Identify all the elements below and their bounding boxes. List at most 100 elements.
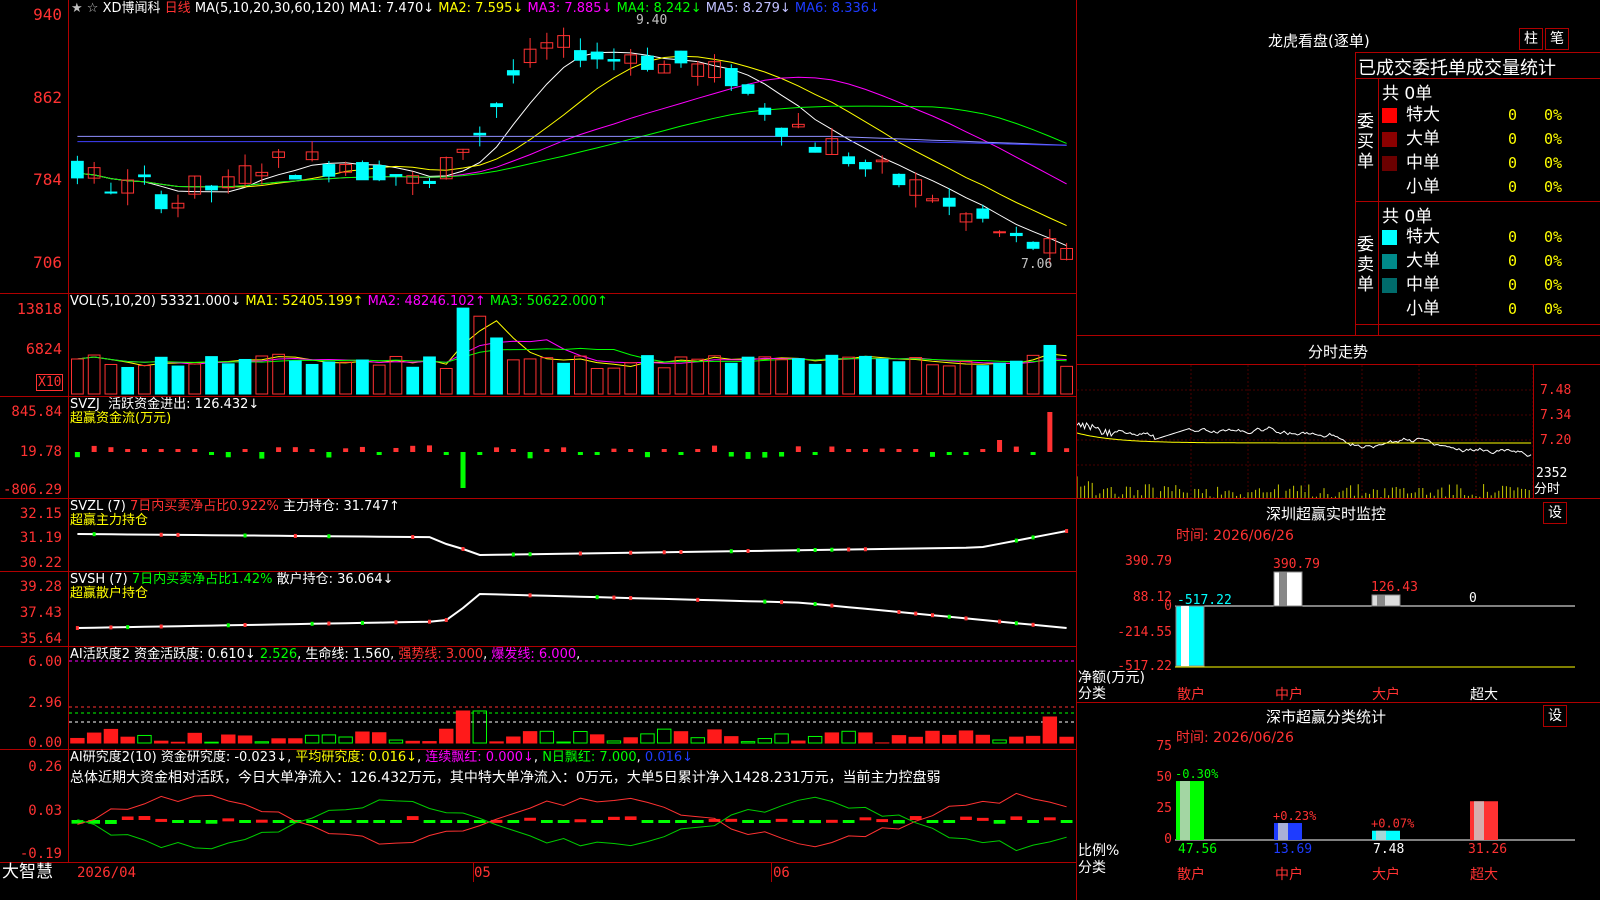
monitor-settings-button[interactable]: 设 — [1543, 502, 1567, 524]
monitor-cat-large: 大户 — [1372, 687, 1400, 703]
flow-bar-in — [141, 449, 147, 452]
monitor-bar-shade — [1377, 595, 1385, 606]
flow-bar-in — [1047, 412, 1053, 452]
activity-bar-low — [321, 734, 337, 744]
svzl-tick — [1065, 529, 1069, 533]
flow-bar-in — [292, 447, 298, 452]
svsh-chart[interactable] — [69, 572, 1075, 646]
ma1-line — [77, 51, 1067, 247]
research-bar-neg — [893, 820, 905, 824]
high-price-label: 9.40 — [636, 13, 668, 28]
svzl-chart[interactable] — [69, 499, 1075, 571]
flow-bar-out — [225, 452, 231, 458]
flow-bar-out — [259, 452, 265, 459]
ai-research-chart[interactable] — [69, 790, 1075, 862]
sell-side-label: 委卖单 — [1357, 235, 1374, 295]
star-hollow-icon[interactable]: ☆ — [87, 1, 99, 16]
svzl-tick-3: 30.22 — [19, 555, 62, 571]
monitor-bar-label: 390.79 — [1273, 557, 1320, 572]
svzj-tick-2: 19.78 — [19, 444, 62, 460]
candle-down — [205, 185, 218, 191]
vol-bar-down — [557, 362, 570, 395]
candlestick-chart[interactable] — [69, 18, 1075, 292]
sell-medium-val: 0 — [1508, 276, 1518, 294]
lhb-header: 已成交委托单成交量统计 — [1358, 58, 1556, 79]
star-icon[interactable]: ★ — [71, 1, 83, 16]
research-bar-neg — [557, 820, 570, 823]
price-tick-3: 784 — [33, 170, 62, 189]
candle-down — [741, 84, 755, 94]
svsh-tick — [1031, 622, 1035, 627]
research-bar-neg — [742, 820, 754, 823]
classify-cat-label: 分类 — [1078, 860, 1106, 876]
research-bar-pos — [960, 816, 972, 820]
activity-bar-high — [958, 730, 974, 744]
activity-bar-low — [254, 741, 270, 744]
intraday-chart[interactable] — [1077, 365, 1534, 499]
flow-bar-out — [762, 452, 768, 458]
ai-activity-chart[interactable] — [69, 647, 1075, 749]
ma6-value: MA6: 8.336↓ — [794, 1, 880, 16]
candle-down — [372, 165, 386, 181]
flow-bar-out — [963, 452, 969, 455]
flow-bar-in — [879, 448, 885, 452]
price-tick-2: 862 — [33, 88, 62, 107]
activity-bar-low — [992, 739, 1007, 744]
vol-bar-down — [1043, 344, 1057, 395]
candle-up — [993, 231, 1006, 234]
activity-bar-low — [740, 741, 756, 744]
vol-bar-up — [657, 367, 671, 395]
activity-bar-low — [757, 738, 773, 744]
vol-bar-down — [825, 354, 839, 395]
flow-bar-in — [91, 445, 97, 452]
activity-bar-high — [439, 728, 454, 744]
sell-row-large: 大单 0 0% — [1380, 249, 1598, 273]
activity-bar-high — [422, 741, 437, 744]
research-line-green — [77, 796, 1067, 852]
activity-bar-low — [657, 728, 672, 744]
flow-bar-in — [309, 449, 315, 452]
svsh-tick — [998, 619, 1002, 624]
svsh-tick — [528, 593, 532, 598]
monitor-bar-chart[interactable]: -517.22 390.79 126.43 0 — [1175, 540, 1575, 680]
activity-bar-high — [103, 728, 119, 744]
vol-bar-up — [372, 364, 386, 395]
bar-mode-button[interactable]: 柱 — [1519, 28, 1543, 50]
svzl-tick — [1014, 538, 1018, 543]
volume-chart[interactable] — [69, 300, 1075, 395]
research-bar-neg — [339, 820, 352, 823]
vol-bar-down — [154, 356, 168, 395]
monitor-bar — [1371, 594, 1401, 607]
intraday-title: 分时走势 — [1307, 343, 1368, 361]
period-label[interactable]: 日线 — [165, 1, 191, 16]
vol-bar-up — [624, 362, 638, 395]
flow-bar-out — [728, 452, 734, 457]
vol-bar-down — [808, 363, 822, 395]
vol-unit: X10 — [36, 374, 64, 391]
vol-bar-up — [272, 353, 285, 395]
sell-superlarge-swatch — [1382, 230, 1397, 245]
flow-bar-in — [192, 449, 198, 452]
research-bar-neg — [356, 820, 369, 823]
svsh-tick-1: 39.28 — [19, 579, 62, 595]
vol-bar-down — [423, 356, 436, 395]
tick-mode-button[interactable]: 笔 — [1545, 28, 1569, 50]
classify-val-retail: 47.56 — [1178, 842, 1218, 857]
activity-bar-high — [120, 736, 135, 744]
classify-settings-button[interactable]: 设 — [1543, 705, 1567, 727]
flow-bar-in — [108, 447, 114, 452]
buy-superlarge-val: 0 — [1508, 106, 1518, 124]
activity-bar-high — [975, 734, 990, 744]
svzj-chart[interactable] — [69, 397, 1075, 497]
sell-large-pct: 0% — [1544, 252, 1563, 270]
research-bar-neg — [457, 820, 469, 823]
classify-delta-label: +0.07% — [1371, 817, 1415, 831]
buy-total: 共 0单 — [1382, 84, 1433, 104]
candle-down — [842, 156, 856, 165]
candle-down — [976, 208, 990, 219]
candle-down — [490, 103, 503, 108]
activity-bar-high — [858, 732, 873, 744]
svsh-tick — [830, 603, 834, 608]
classify-bar-shade — [1474, 801, 1484, 840]
classify-val-medium: 13.69 — [1273, 842, 1313, 857]
